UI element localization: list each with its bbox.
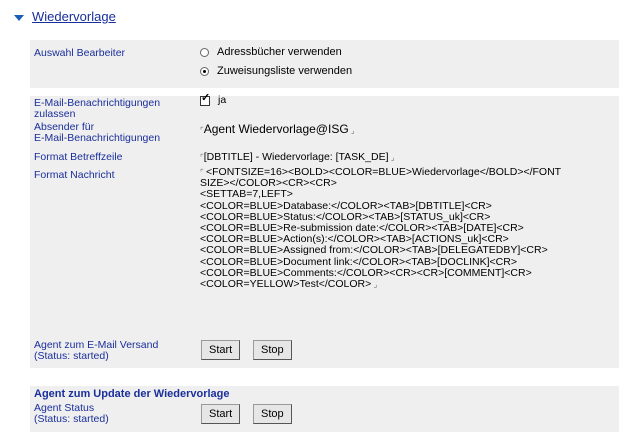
label-line: (Status: started) [34, 350, 109, 362]
triangle-down-icon[interactable] [14, 14, 24, 21]
label-auswahl-bearbeiter: Auswahl Bearbeiter [34, 47, 126, 59]
label-line: E-Mail-Benachrichtigungen [34, 132, 161, 144]
nachricht-text[interactable]: <COLOR=YELLOW>Test</COLOR> [200, 278, 371, 290]
stop-button-update[interactable]: Stop [253, 404, 292, 424]
label-agent-email-versand: Agent zum E-Mail Versand (Status: starte… [34, 340, 158, 362]
label-agent-status: Agent Status (Status: started) [34, 403, 109, 425]
section-title[interactable]: Wiedervorlage [32, 9, 116, 24]
field-nachricht[interactable]: ⌜ <FONTSIZE=16><BOLD><COLOR=BLUE>Wiederv… [200, 166, 618, 290]
radio-circle-icon[interactable] [200, 47, 209, 57]
label-email-benachrichtigungen: E-Mail-Benachrichtigungen zulassen [34, 98, 160, 120]
field-absender[interactable]: ⌜Agent Wiedervorlage@ISG ⌟ [200, 122, 355, 136]
absender-value[interactable]: Agent Wiedervorlage@ISG [204, 122, 349, 136]
field-betreffzeile[interactable]: ⌜[DBTITLE] - Wiedervorlage: [TASK_DE] ⌟ [200, 151, 395, 163]
nachricht-text[interactable]: <FONTSIZE=16><BOLD><COLOR=BLUE>Wiedervor… [206, 166, 561, 178]
radio-selected-icon[interactable] [200, 66, 209, 76]
nachricht-line[interactable]: <COLOR=YELLOW>Test</COLOR> ⌟ [200, 278, 618, 290]
label-line: zulassen [34, 108, 76, 120]
betreff-value[interactable]: [DBTITLE] - Wiedervorlage: [TASK_DE] [204, 151, 389, 163]
field-close-bracket-icon: ⌟ [371, 280, 378, 290]
label-line: (Status: started) [34, 413, 109, 425]
field-close-bracket-icon: ⌟ [348, 126, 355, 135]
label-format-nachricht: Format Nachricht [34, 169, 115, 181]
checkbox-checked-icon[interactable] [200, 93, 210, 106]
label-absender: Absender für E-Mail-Benachrichtigungen [34, 122, 160, 144]
radio-zuweisungsliste[interactable]: Zuweisungsliste verwenden [200, 65, 352, 77]
nachricht-line[interactable]: <SETTAB=7,LEFT> [200, 189, 618, 200]
radio-label-adressbuecher: Adressbücher verwenden [217, 46, 342, 58]
label-format-betreffzeile: Format Betreffzeile [34, 151, 123, 163]
group-title-agent-update: Agent zum Update der Wiedervorlage [34, 388, 230, 400]
start-button[interactable]: Start [201, 340, 241, 360]
section-toggle-wiedervorlage[interactable]: Wiedervorlage [14, 9, 116, 24]
field-close-bracket-icon: ⌟ [388, 153, 395, 162]
radio-adressbuecher[interactable]: Adressbücher verwenden [200, 46, 342, 58]
radio-label-zuweisungsliste: Zuweisungsliste verwenden [217, 65, 353, 77]
start-button-update[interactable]: Start [201, 404, 241, 424]
checkbox-email-zulassen[interactable]: ja [200, 93, 227, 106]
nachricht-line[interactable]: <COLOR=BLUE>Assigned from:</COLOR><TAB>[… [200, 245, 618, 256]
checkbox-label: ja [218, 94, 227, 106]
stop-button[interactable]: Stop [253, 340, 292, 360]
